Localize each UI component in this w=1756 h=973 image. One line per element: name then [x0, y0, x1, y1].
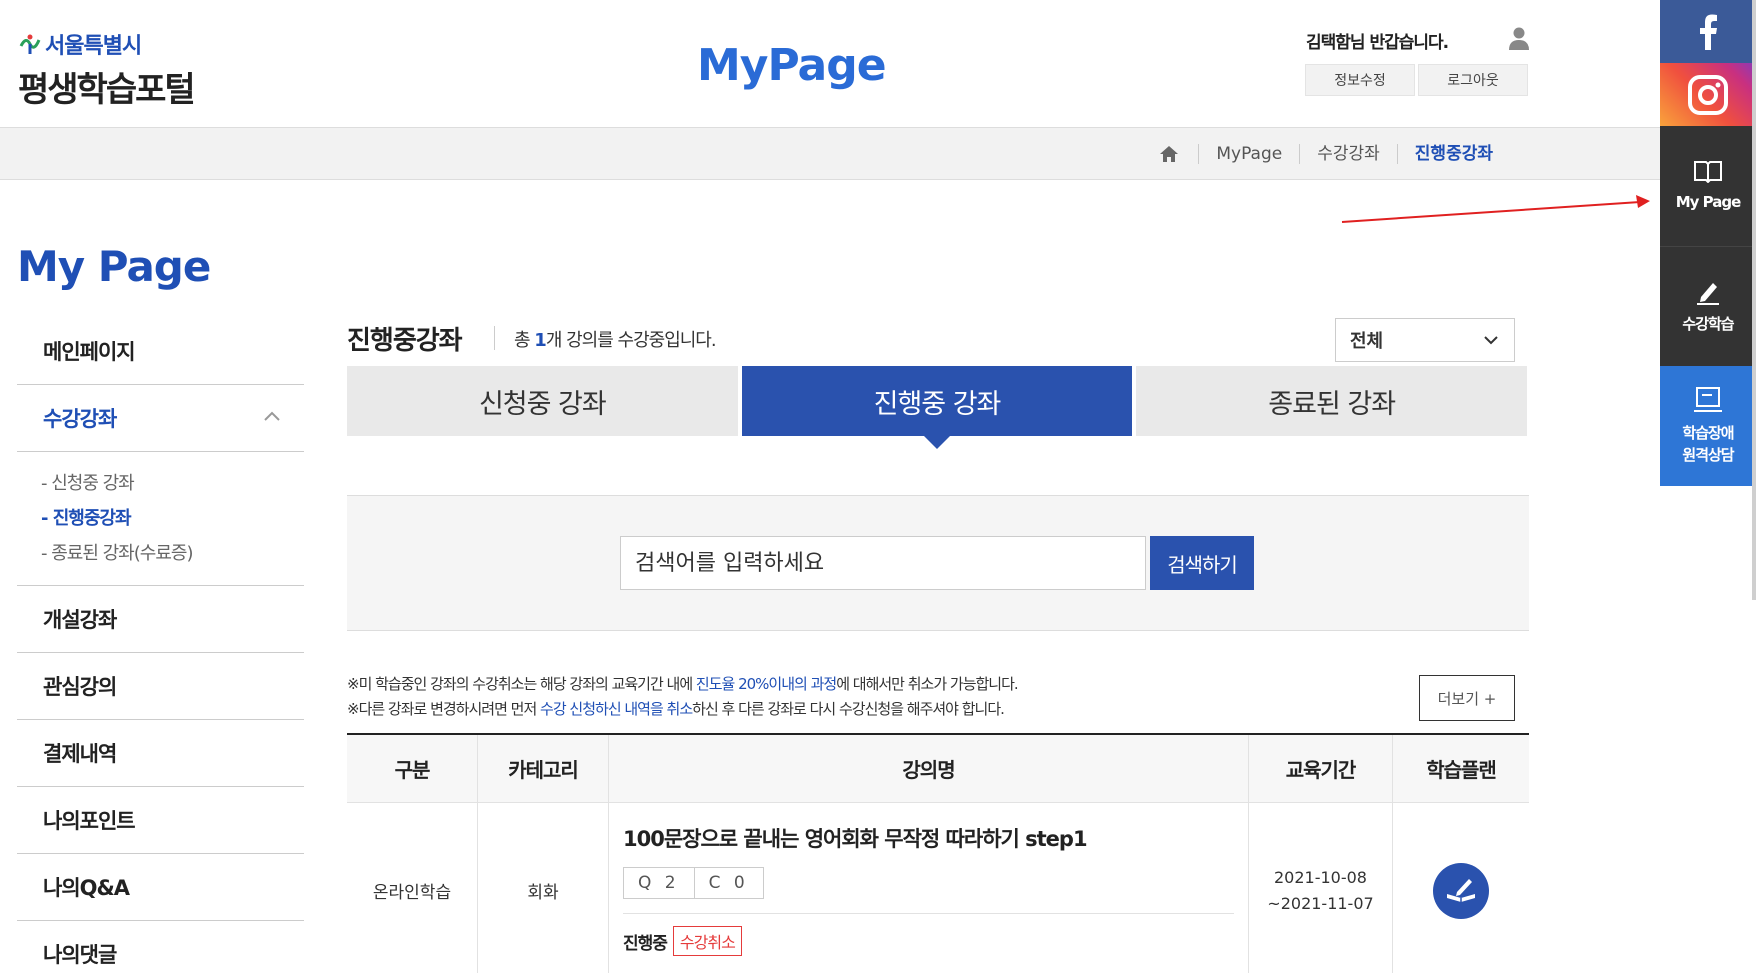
- cell-plan: [1393, 803, 1529, 973]
- qc-counters: Q 2 C 0: [623, 867, 1234, 899]
- search-button[interactable]: 검색하기: [1150, 536, 1254, 590]
- notice-highlight-progress: 진도율 20%이내의 과정: [695, 675, 837, 693]
- portal-logo[interactable]: 서울특별시 평생학습포털: [18, 28, 196, 111]
- logo-portal-name: 평생학습포털: [18, 70, 196, 110]
- col-title: 강의명: [609, 735, 1249, 802]
- course-tabs: 신청중 강좌 진행중 강좌 종료된 강좌: [347, 366, 1528, 449]
- more-button[interactable]: 더보기 +: [1419, 675, 1515, 721]
- tab-inprogress[interactable]: 진행중 강좌: [741, 366, 1133, 449]
- cell-divider: [623, 913, 1234, 914]
- sidebar-item-qna[interactable]: 나의Q&A: [17, 854, 304, 921]
- cell-period: 2021-10-08 ~2021-11-07: [1249, 803, 1393, 973]
- instagram-link[interactable]: [1660, 63, 1756, 126]
- cell-title: 100문장으로 끝내는 영어회화 무작정 따라하기 step1 Q 2 C 0 …: [609, 803, 1249, 973]
- sidebar-item-payments[interactable]: 결제내역: [17, 720, 304, 787]
- breadcrumb-bar: MyPage 수강강좌 진행중강좌: [0, 127, 1660, 180]
- content-title: 진행중강좌: [347, 326, 463, 356]
- study-plan-icon: [1447, 878, 1475, 902]
- annotation-arrow-icon: [1341, 195, 1650, 223]
- site-header: 서울특별시 평생학습포털 MyPage 김택함님 반갑습니다. 정보수정 로그아…: [0, 0, 1660, 127]
- quick-study[interactable]: 수강학습: [1660, 246, 1756, 366]
- user-icon: [1509, 27, 1529, 50]
- cell-type: 온라인학습: [347, 803, 478, 973]
- quick-study-label: 수강학습: [1682, 314, 1734, 333]
- cell-category: 회화: [478, 803, 609, 973]
- logout-button[interactable]: 로그아웃: [1418, 64, 1528, 96]
- quick-mypage[interactable]: My Page: [1660, 126, 1756, 246]
- question-count[interactable]: Q 2: [623, 867, 695, 899]
- breadcrumb-mypage[interactable]: MyPage: [1198, 143, 1299, 164]
- seoul-logo-icon: [19, 34, 41, 54]
- table-header: 구분 카테고리 강의명 교육기간 학습플랜: [347, 735, 1529, 803]
- chevron-down-icon: [1484, 336, 1498, 345]
- sidebar-title: My Page: [17, 242, 211, 291]
- cancel-course-button[interactable]: 수강취소: [672, 926, 742, 956]
- laptop-icon: [1694, 387, 1722, 412]
- breadcrumb-courses[interactable]: 수강강좌: [1299, 143, 1397, 164]
- home-icon[interactable]: [1158, 143, 1180, 165]
- book-icon: [1694, 161, 1722, 183]
- breadcrumb-current[interactable]: 진행중강좌: [1396, 143, 1510, 164]
- sidebar-submenu: - 신청중 강좌 - 진행중강좌 - 종료된 강좌(수료증): [17, 452, 304, 586]
- course-count: 1: [534, 330, 546, 351]
- sidebar-sub-completed[interactable]: - 종료된 강좌(수료증): [41, 536, 304, 571]
- course-table: 구분 카테고리 강의명 교육기간 학습플랜 온라인학습 회화 100문장으로 끝…: [347, 733, 1529, 973]
- quick-mypage-label: My Page: [1675, 193, 1742, 211]
- sidebar-item-main[interactable]: 메인페이지: [17, 318, 304, 385]
- search-input[interactable]: [620, 536, 1146, 590]
- tab-completed[interactable]: 종료된 강좌: [1136, 366, 1528, 436]
- col-category: 카테고리: [478, 735, 609, 802]
- study-plan-button[interactable]: [1433, 862, 1489, 919]
- cancel-notice: ※미 학습중인 강좌의 수강취소는 해당 강좌의 교육기간 내에 진도율 20%…: [347, 675, 1019, 718]
- sidebar-item-points[interactable]: 나의포인트: [17, 787, 304, 854]
- sidebar-item-interest[interactable]: 관심강의: [17, 653, 304, 720]
- instagram-icon: [1688, 74, 1728, 115]
- search-area: 검색하기: [347, 495, 1529, 631]
- col-period: 교육기간: [1249, 735, 1393, 802]
- page-heading: MyPage: [697, 40, 887, 91]
- quick-disability-consult[interactable]: 학습장애 원격상담: [1660, 366, 1756, 486]
- status-badge: 진행중: [623, 933, 668, 954]
- chevron-up-icon[interactable]: [264, 411, 280, 421]
- title-divider: [494, 326, 495, 350]
- sidebar-sub-inprogress[interactable]: - 진행중강좌: [41, 501, 304, 536]
- quick-disability-label-2: 원격상담: [1682, 446, 1734, 464]
- sidebar-item-label: 수강강좌: [43, 407, 117, 431]
- sidebar-sub-applying[interactable]: - 신청중 강좌: [41, 466, 304, 501]
- notice-highlight-cancel: 수강 신청하신 내역을 취소: [540, 700, 693, 718]
- pencil-icon: [1697, 282, 1719, 305]
- user-greeting: 김택함님 반갑습니다.: [1306, 33, 1449, 53]
- scrollbar[interactable]: [1752, 0, 1756, 600]
- breadcrumb: MyPage 수강강좌 진행중강좌: [1158, 128, 1510, 179]
- tab-applying[interactable]: 신청중 강좌: [347, 366, 738, 436]
- quick-menu: My Page 수강학습 학습장애 원격상담: [1660, 0, 1756, 486]
- col-type: 구분: [347, 735, 478, 802]
- course-total: 총 1개 강의를 수강중입니다.: [514, 330, 717, 351]
- table-row: 온라인학습 회화 100문장으로 끝내는 영어회화 무작정 따라하기 step1…: [347, 803, 1529, 973]
- quick-disability-label-1: 학습장애: [1682, 424, 1734, 442]
- filter-select[interactable]: 전체: [1335, 318, 1515, 362]
- facebook-link[interactable]: [1660, 0, 1756, 63]
- logo-city: 서울특별시: [45, 34, 142, 59]
- course-title-link[interactable]: 100문장으로 끝내는 영어회화 무작정 따라하기 step1: [623, 823, 1234, 853]
- period-end: ~2021-11-07: [1267, 893, 1374, 913]
- filter-value: 전체: [1350, 331, 1384, 352]
- facebook-icon: [1700, 14, 1717, 50]
- col-plan: 학습플랜: [1426, 758, 1497, 782]
- sidebar-item-opened[interactable]: 개설강좌: [17, 586, 304, 653]
- edit-profile-button[interactable]: 정보수정: [1305, 64, 1415, 96]
- period-start: 2021-10-08: [1274, 867, 1367, 887]
- sidebar-item-comments[interactable]: 나의댓글: [17, 921, 304, 973]
- sidebar: 메인페이지 수강강좌 - 신청중 강좌 - 진행중강좌 - 종료된 강좌(수료증…: [17, 318, 304, 973]
- sidebar-item-courses[interactable]: 수강강좌: [17, 385, 304, 452]
- comment-count[interactable]: C 0: [694, 867, 764, 899]
